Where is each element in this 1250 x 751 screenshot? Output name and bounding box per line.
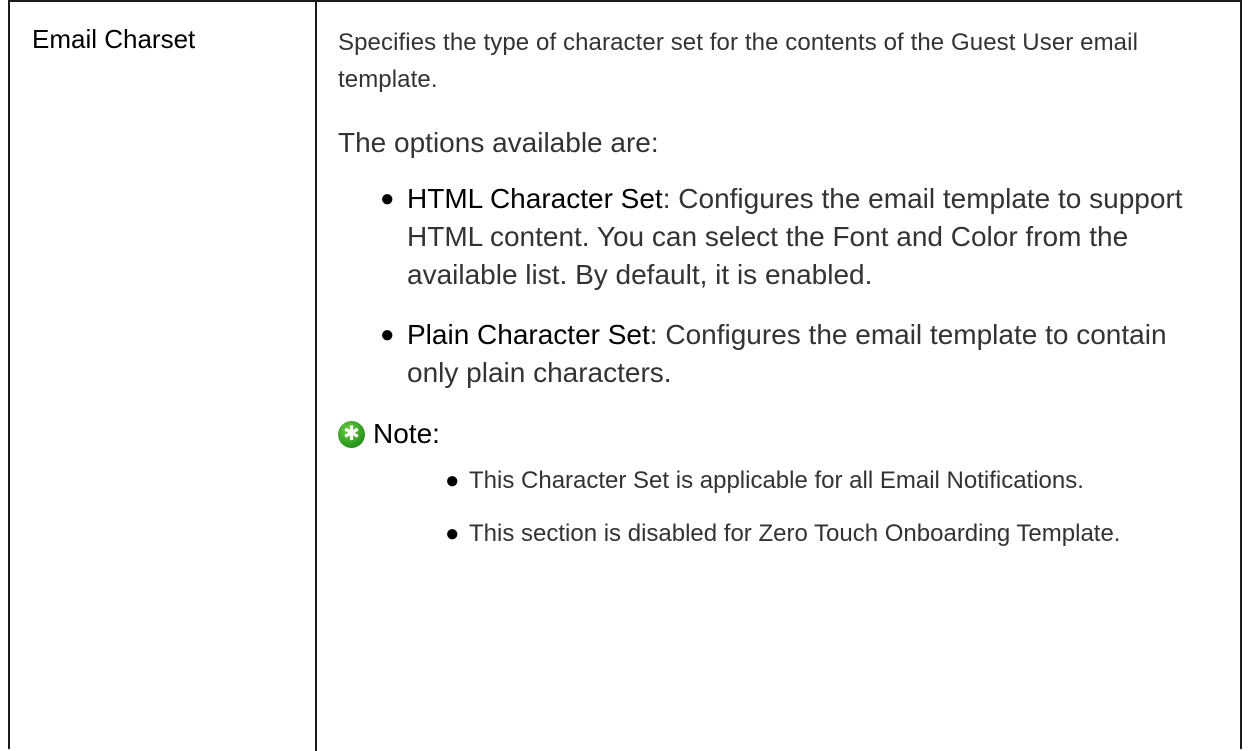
column-divider [315, 2, 317, 751]
options-intro: The options available are: [338, 127, 659, 158]
option-item-plain: ● Plain Character Set: Configures the em… [380, 316, 1218, 392]
bullet-icon: ● [380, 185, 395, 212]
description-text: Specifies the type of character set for … [338, 29, 1138, 93]
note-star-icon: ✱ [338, 420, 365, 448]
bullet-icon: ● [445, 520, 460, 547]
note-list: ● This Character Set is applicable for a… [338, 462, 1218, 552]
note-header: ✱ Note: [338, 414, 1218, 454]
parameter-name: Email Charset [32, 24, 196, 54]
note-item: ● This section is disabled for Zero Touc… [445, 515, 1218, 552]
note-item-text: This Character Set is applicable for all… [469, 467, 1084, 494]
bullet-icon: ● [445, 467, 460, 494]
option-name: HTML Character Set [407, 183, 663, 214]
parameter-table: Email Charset Specifies the type of char… [8, 0, 1242, 751]
parameter-description: Specifies the type of character set for … [338, 24, 1218, 568]
note-item: ● This Character Set is applicable for a… [445, 462, 1218, 499]
bullet-icon: ● [380, 321, 395, 348]
options-list: ● HTML Character Set: Configures the ema… [338, 180, 1218, 392]
note-item-text: This section is disabled for Zero Touch … [469, 520, 1121, 547]
option-name: Plain Character Set [407, 319, 650, 350]
note-label: Note: [373, 418, 440, 449]
option-item-html: ● HTML Character Set: Configures the ema… [380, 180, 1218, 294]
